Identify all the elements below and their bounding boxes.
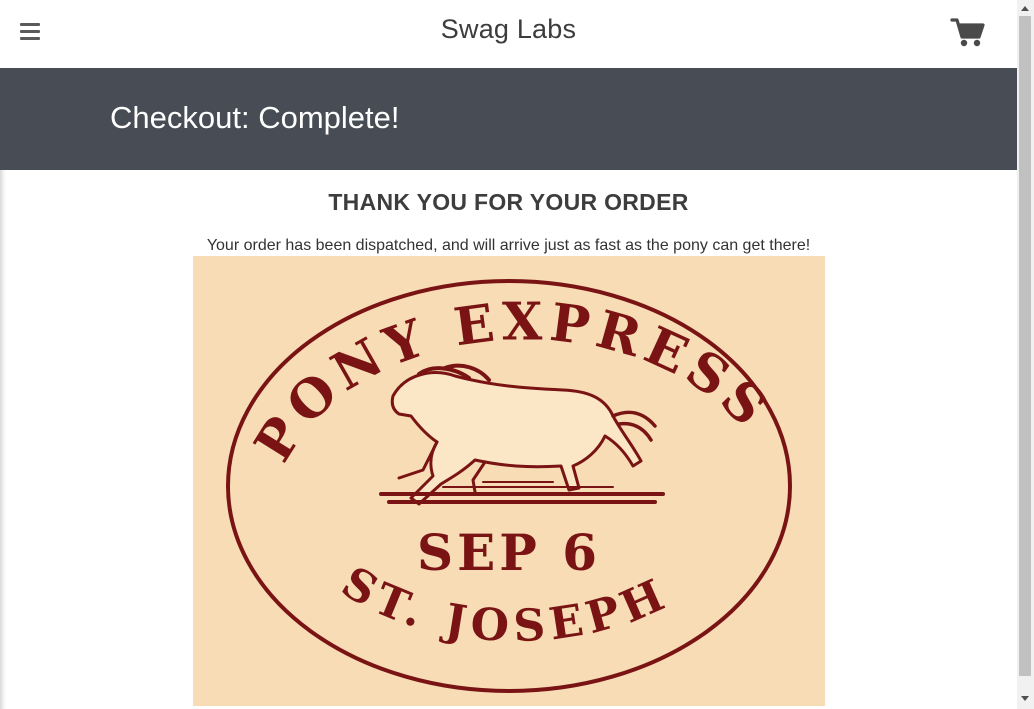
- app-header: Swag Labs: [0, 0, 1017, 68]
- scroll-down-arrow-icon[interactable]: [1021, 696, 1029, 701]
- stamp-date: SEP 6: [417, 523, 601, 582]
- pony-express-stamp: PONY EXPRESS SEP 6 ST. JOSEPH: [226, 279, 792, 693]
- cart-svg: [950, 18, 985, 47]
- complete-header: THANK YOU FOR YOUR ORDER: [328, 189, 689, 215]
- scrollbar-thumb[interactable]: [1019, 16, 1031, 676]
- complete-text: Your order has been dispatched, and will…: [206, 237, 811, 254]
- shopping-cart-icon[interactable]: [950, 16, 986, 50]
- pony-express-image: PONY EXPRESS SEP 6 ST. JOSEPH: [193, 256, 825, 706]
- scroll-up-arrow-icon[interactable]: [1021, 6, 1029, 11]
- secondary-header: Checkout: Complete!: [0, 68, 1017, 170]
- page-title: Checkout: Complete!: [110, 100, 400, 135]
- vertical-scrollbar[interactable]: [1017, 0, 1034, 709]
- checkout-complete-page: Swag Labs Checkout: Complete! THANK YOU …: [0, 0, 1034, 709]
- horse-illustration: [390, 371, 643, 506]
- app-logo: Swag Labs: [440, 14, 577, 44]
